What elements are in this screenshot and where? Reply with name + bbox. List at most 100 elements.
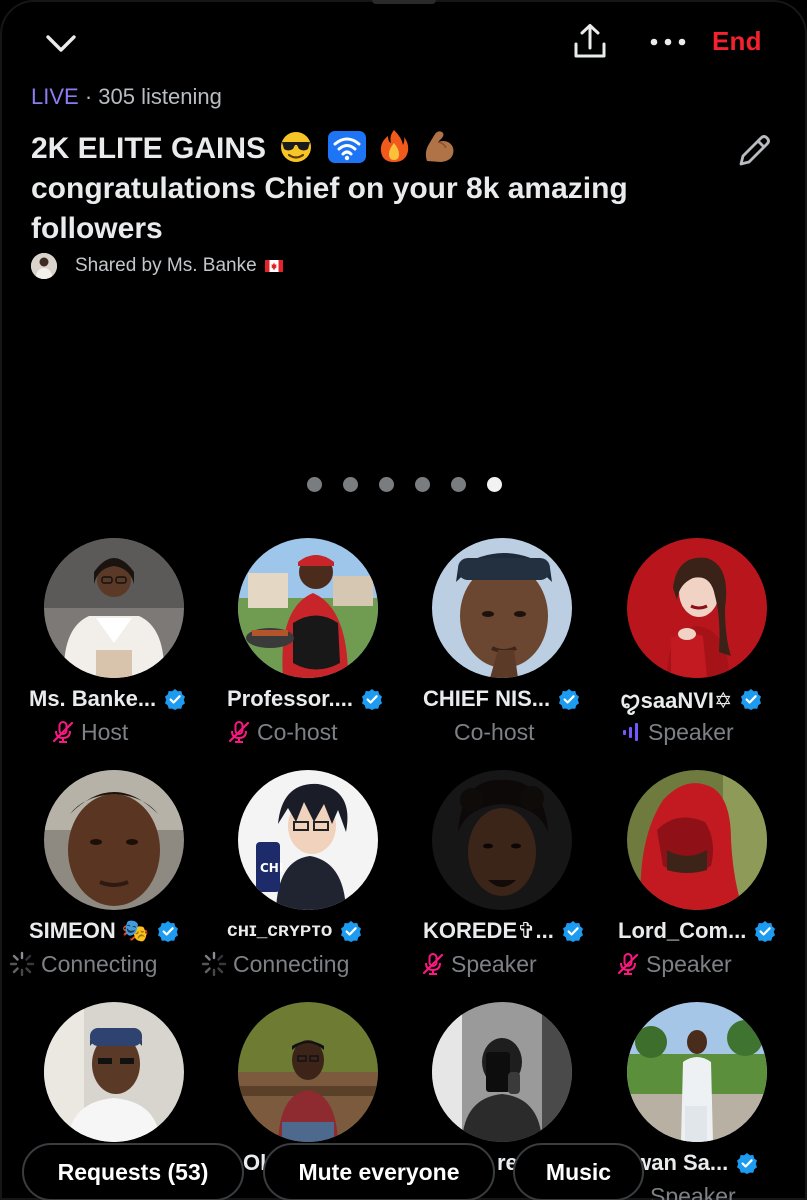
- speaker-name-row: lwan Sa...: [628, 1147, 758, 1179]
- speaker-avatar[interactable]: [627, 1002, 767, 1142]
- page-dot[interactable]: [451, 477, 466, 492]
- top-bar: End: [0, 0, 807, 90]
- listener-count: 305 listening: [98, 84, 222, 109]
- sunglasses-face-icon: [281, 132, 312, 162]
- speaker-name: ꨄsaaNVI✡: [620, 687, 733, 713]
- mic-muted-icon: [616, 952, 640, 976]
- speaker-tile[interactable]: Ms. Banke... Host: [29, 538, 223, 748]
- speaker-role-row: Co-host: [454, 716, 535, 748]
- speaker-name: CHIEF NIS...: [423, 686, 551, 711]
- speaker-role: Co-host: [454, 718, 535, 745]
- speaker-tile[interactable]: Professor.... Co-host: [223, 538, 417, 748]
- live-status: LIVE · 305 listening: [31, 84, 222, 110]
- verified-badge-icon: [737, 1153, 758, 1174]
- speaker-name: Lord_Com...: [618, 918, 747, 943]
- speaker-role: Connecting: [41, 950, 158, 977]
- spinner-icon: [201, 951, 227, 977]
- speaker-avatar[interactable]: [627, 538, 767, 678]
- mute-everyone-button[interactable]: Mute everyone: [263, 1143, 495, 1200]
- speaker-avatar[interactable]: [238, 1002, 378, 1142]
- speaker-role: Co-host: [257, 718, 338, 745]
- verified-badge-icon: [158, 921, 179, 942]
- speaker-avatar[interactable]: [238, 538, 378, 678]
- verified-badge-icon: [361, 689, 382, 710]
- speaker-role: Speaker: [648, 718, 734, 745]
- music-button[interactable]: Music: [513, 1143, 644, 1200]
- wifi-icon: [327, 131, 366, 163]
- mic-muted-icon: [51, 720, 75, 744]
- speaker-avatar[interactable]: [432, 538, 572, 678]
- space-title-text: congratulations Chief on your 8k amazing…: [31, 172, 628, 245]
- edit-pencil-icon[interactable]: [735, 132, 773, 170]
- shared-by[interactable]: Shared by Ms. Banke: [31, 252, 283, 280]
- speaker-tile[interactable]: CHIEF NIS... Co-host: [417, 538, 611, 748]
- share-icon[interactable]: [570, 22, 610, 62]
- space-title-line1: 2K ELITE GAINS: [31, 132, 267, 165]
- sharer-avatar[interactable]: [31, 253, 57, 279]
- speaker-name: Professor....: [227, 686, 353, 711]
- speaker-tile[interactable]: ꨄsaaNVI✡ Speaker: [612, 538, 806, 748]
- speaker-tile[interactable]: KOREDE✞... Speaker: [417, 770, 611, 980]
- shared-by-label: Shared by Ms. Banke: [75, 255, 257, 276]
- space-title: 2K ELITE GAINS congratulations Chief on …: [31, 128, 731, 249]
- live-badge: LIVE: [31, 84, 79, 109]
- requests-button[interactable]: Requests (53): [22, 1143, 244, 1200]
- chevron-down-icon[interactable]: [44, 28, 78, 58]
- speaker-avatar[interactable]: [432, 1002, 572, 1142]
- svg-text:CHI: CHI: [260, 861, 283, 875]
- more-options-icon[interactable]: [648, 30, 688, 54]
- page-indicator: [0, 477, 807, 492]
- speaker-avatar[interactable]: [627, 770, 767, 910]
- speaker-name-row: Lord_Com...: [618, 915, 776, 947]
- speaker-role-row: Co-host: [227, 716, 338, 748]
- speaker-tile[interactable]: SIMEON 🎭 Connecting: [9, 770, 223, 980]
- speaker-name: SIMEON 🎭: [29, 918, 150, 943]
- speaker-role-row: Speaker: [620, 716, 734, 748]
- speaker-role-row: Speaker: [650, 1180, 736, 1200]
- mic-muted-icon: [227, 720, 251, 744]
- speaker-role: Speaker: [650, 1182, 736, 1200]
- speaker-name: KOREDE✞...: [423, 918, 554, 943]
- mic-muted-icon: [421, 952, 445, 976]
- speaker-name: ᴄʜɪ_ᴄʀʏᴘᴛᴏ: [227, 920, 333, 941]
- speaker-role-row: Host: [51, 716, 128, 748]
- speaker-avatar[interactable]: CHI: [238, 770, 378, 910]
- verified-badge-icon: [741, 689, 762, 710]
- speaker-avatar[interactable]: [44, 1002, 184, 1142]
- verified-badge-icon: [755, 921, 776, 942]
- page-dot-active[interactable]: [487, 477, 502, 492]
- speaker-tile[interactable]: Lord_Com... Speaker: [612, 770, 806, 980]
- speaker-name-row: CHIEF NIS...: [423, 683, 580, 715]
- end-space-button[interactable]: End: [712, 26, 762, 57]
- speaker-name-row: SIMEON 🎭: [29, 915, 179, 947]
- verified-badge-icon: [165, 689, 186, 710]
- speaker-role: Connecting: [233, 950, 350, 977]
- spaces-screen: End LIVE · 305 listening 2K ELITE GAINS …: [0, 0, 807, 1200]
- speaker-name-row: Ms. Banke...: [29, 683, 186, 715]
- page-dot[interactable]: [379, 477, 394, 492]
- speaker-tile[interactable]: CHI ᴄʜɪ_ᴄʀʏᴘᴛᴏ Connecting: [201, 770, 417, 980]
- flexed-biceps-icon: [426, 131, 454, 162]
- speaker-avatar[interactable]: [44, 770, 184, 910]
- speaker-name-row: ꨄsaaNVI✡: [620, 683, 762, 715]
- speaker-role-row: Connecting: [9, 948, 157, 980]
- audio-level-icon: [620, 721, 642, 743]
- verified-badge-icon: [559, 689, 580, 710]
- page-dot[interactable]: [415, 477, 430, 492]
- verified-badge-icon: [562, 921, 583, 942]
- speaker-role-row: Connecting: [201, 948, 349, 980]
- speaker-avatar[interactable]: [432, 770, 572, 910]
- page-dot[interactable]: [343, 477, 358, 492]
- speaker-role: Host: [81, 718, 129, 745]
- speaker-role-row: Speaker: [421, 948, 537, 980]
- spinner-icon: [9, 951, 35, 977]
- speaker-name-row: KOREDE✞...: [423, 915, 584, 947]
- speaker-role: Speaker: [451, 950, 537, 977]
- speaker-name-row: ᴄʜɪ_ᴄʀʏᴘᴛᴏ: [227, 915, 362, 947]
- page-dot[interactable]: [307, 477, 322, 492]
- speaker-role: Speaker: [646, 950, 732, 977]
- verified-badge-icon: [341, 921, 362, 942]
- speaker-avatar[interactable]: [44, 538, 184, 678]
- speaker-name-row: Professor....: [227, 683, 383, 715]
- canada-flag-icon: [264, 260, 283, 272]
